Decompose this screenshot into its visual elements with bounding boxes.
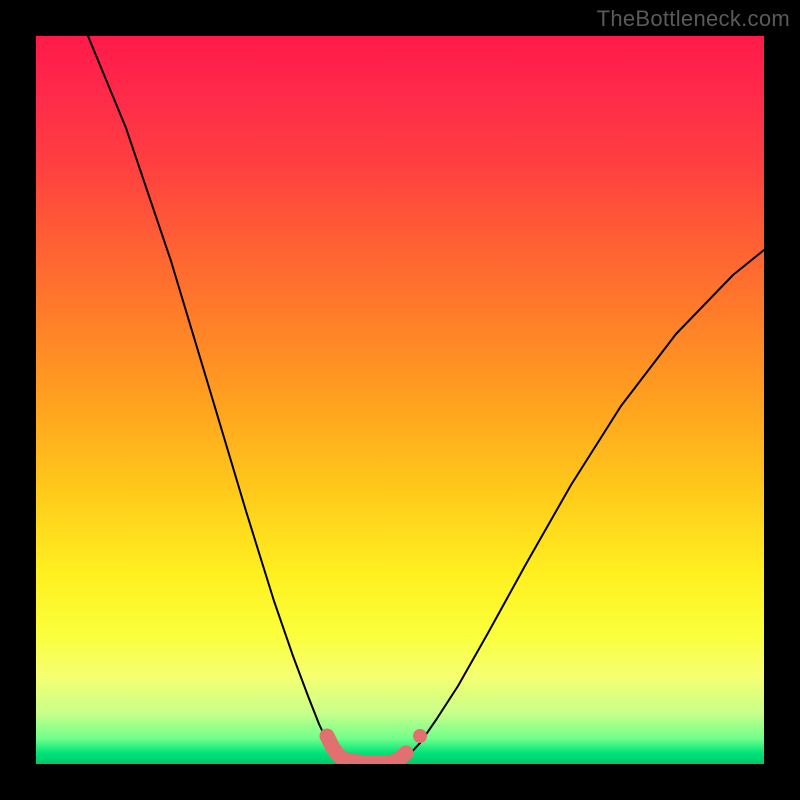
bottleneck-marker xyxy=(327,736,406,763)
curve-right-arm xyxy=(394,250,764,763)
curve-left-arm xyxy=(88,36,349,763)
marker-dot xyxy=(413,729,427,743)
outer-frame: TheBottleneck.com xyxy=(0,0,800,800)
curve-svg xyxy=(36,36,764,764)
watermark-label: TheBottleneck.com xyxy=(597,6,790,32)
plot-area xyxy=(36,36,764,764)
